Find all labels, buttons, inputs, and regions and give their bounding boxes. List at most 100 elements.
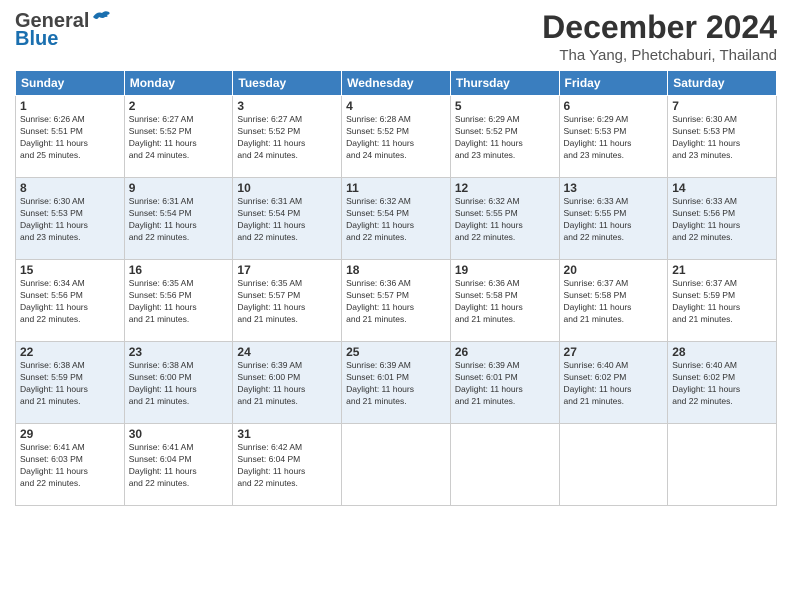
day-cell-27: 27 Sunrise: 6:40 AMSunset: 6:02 PMDaylig… (559, 342, 668, 424)
col-wednesday: Wednesday (342, 71, 451, 96)
day-info-24: Sunrise: 6:39 AMSunset: 6:00 PMDaylight:… (237, 360, 337, 408)
day-cell-16: 16 Sunrise: 6:35 AMSunset: 5:56 PMDaylig… (124, 260, 233, 342)
day-num-17: 17 (237, 263, 337, 277)
day-cell-23: 23 Sunrise: 6:38 AMSunset: 6:00 PMDaylig… (124, 342, 233, 424)
day-info-13: Sunrise: 6:33 AMSunset: 5:55 PMDaylight:… (564, 196, 664, 244)
week-row-4: 22 Sunrise: 6:38 AMSunset: 5:59 PMDaylig… (16, 342, 777, 424)
day-cell-14: 14 Sunrise: 6:33 AMSunset: 5:56 PMDaylig… (668, 178, 777, 260)
day-info-31: Sunrise: 6:42 AMSunset: 6:04 PMDaylight:… (237, 442, 337, 490)
col-tuesday: Tuesday (233, 71, 342, 96)
day-cell-29: 29 Sunrise: 6:41 AMSunset: 6:03 PMDaylig… (16, 424, 125, 506)
day-info-25: Sunrise: 6:39 AMSunset: 6:01 PMDaylight:… (346, 360, 446, 408)
day-cell-12: 12 Sunrise: 6:32 AMSunset: 5:55 PMDaylig… (450, 178, 559, 260)
logo: General Blue (15, 10, 113, 50)
day-cell-24: 24 Sunrise: 6:39 AMSunset: 6:00 PMDaylig… (233, 342, 342, 424)
day-cell-2: 2 Sunrise: 6:27 AMSunset: 5:52 PMDayligh… (124, 96, 233, 178)
day-cell-11: 11 Sunrise: 6:32 AMSunset: 5:54 PMDaylig… (342, 178, 451, 260)
day-cell-21: 21 Sunrise: 6:37 AMSunset: 5:59 PMDaylig… (668, 260, 777, 342)
day-info-7: Sunrise: 6:30 AMSunset: 5:53 PMDaylight:… (672, 114, 772, 162)
day-num-4: 4 (346, 99, 446, 113)
day-info-14: Sunrise: 6:33 AMSunset: 5:56 PMDaylight:… (672, 196, 772, 244)
day-num-27: 27 (564, 345, 664, 359)
day-info-8: Sunrise: 6:30 AMSunset: 5:53 PMDaylight:… (20, 196, 120, 244)
day-num-31: 31 (237, 427, 337, 441)
day-info-29: Sunrise: 6:41 AMSunset: 6:03 PMDaylight:… (20, 442, 120, 490)
day-cell-9: 9 Sunrise: 6:31 AMSunset: 5:54 PMDayligh… (124, 178, 233, 260)
day-cell-20: 20 Sunrise: 6:37 AMSunset: 5:58 PMDaylig… (559, 260, 668, 342)
day-cell-17: 17 Sunrise: 6:35 AMSunset: 5:57 PMDaylig… (233, 260, 342, 342)
day-num-28: 28 (672, 345, 772, 359)
day-num-5: 5 (455, 99, 555, 113)
day-cell-26: 26 Sunrise: 6:39 AMSunset: 6:01 PMDaylig… (450, 342, 559, 424)
day-cell-22: 22 Sunrise: 6:38 AMSunset: 5:59 PMDaylig… (16, 342, 125, 424)
day-num-14: 14 (672, 181, 772, 195)
day-cell-13: 13 Sunrise: 6:33 AMSunset: 5:55 PMDaylig… (559, 178, 668, 260)
day-num-3: 3 (237, 99, 337, 113)
day-info-21: Sunrise: 6:37 AMSunset: 5:59 PMDaylight:… (672, 278, 772, 326)
day-info-16: Sunrise: 6:35 AMSunset: 5:56 PMDaylight:… (129, 278, 229, 326)
day-cell-19: 19 Sunrise: 6:36 AMSunset: 5:58 PMDaylig… (450, 260, 559, 342)
day-cell-31: 31 Sunrise: 6:42 AMSunset: 6:04 PMDaylig… (233, 424, 342, 506)
day-num-18: 18 (346, 263, 446, 277)
calendar-table: Sunday Monday Tuesday Wednesday Thursday… (15, 70, 777, 506)
day-num-20: 20 (564, 263, 664, 277)
empty-cell-3 (559, 424, 668, 506)
day-cell-10: 10 Sunrise: 6:31 AMSunset: 5:54 PMDaylig… (233, 178, 342, 260)
day-num-12: 12 (455, 181, 555, 195)
day-cell-15: 15 Sunrise: 6:34 AMSunset: 5:56 PMDaylig… (16, 260, 125, 342)
day-cell-30: 30 Sunrise: 6:41 AMSunset: 6:04 PMDaylig… (124, 424, 233, 506)
day-info-10: Sunrise: 6:31 AMSunset: 5:54 PMDaylight:… (237, 196, 337, 244)
day-num-9: 9 (129, 181, 229, 195)
day-info-1: Sunrise: 6:26 AMSunset: 5:51 PMDaylight:… (20, 114, 120, 162)
day-num-23: 23 (129, 345, 229, 359)
day-info-19: Sunrise: 6:36 AMSunset: 5:58 PMDaylight:… (455, 278, 555, 326)
day-num-11: 11 (346, 181, 446, 195)
day-cell-8: 8 Sunrise: 6:30 AMSunset: 5:53 PMDayligh… (16, 178, 125, 260)
day-info-28: Sunrise: 6:40 AMSunset: 6:02 PMDaylight:… (672, 360, 772, 408)
day-info-5: Sunrise: 6:29 AMSunset: 5:52 PMDaylight:… (455, 114, 555, 162)
col-friday: Friday (559, 71, 668, 96)
logo-bird-icon (91, 9, 113, 25)
day-info-22: Sunrise: 6:38 AMSunset: 5:59 PMDaylight:… (20, 360, 120, 408)
day-cell-4: 4 Sunrise: 6:28 AMSunset: 5:52 PMDayligh… (342, 96, 451, 178)
week-row-2: 8 Sunrise: 6:30 AMSunset: 5:53 PMDayligh… (16, 178, 777, 260)
day-cell-25: 25 Sunrise: 6:39 AMSunset: 6:01 PMDaylig… (342, 342, 451, 424)
day-num-26: 26 (455, 345, 555, 359)
day-cell-6: 6 Sunrise: 6:29 AMSunset: 5:53 PMDayligh… (559, 96, 668, 178)
header: General Blue December 2024 Tha Yang, Phe… (15, 10, 777, 64)
day-cell-18: 18 Sunrise: 6:36 AMSunset: 5:57 PMDaylig… (342, 260, 451, 342)
day-info-26: Sunrise: 6:39 AMSunset: 6:01 PMDaylight:… (455, 360, 555, 408)
page: General Blue December 2024 Tha Yang, Phe… (0, 0, 792, 612)
day-info-11: Sunrise: 6:32 AMSunset: 5:54 PMDaylight:… (346, 196, 446, 244)
day-cell-5: 5 Sunrise: 6:29 AMSunset: 5:52 PMDayligh… (450, 96, 559, 178)
day-cell-3: 3 Sunrise: 6:27 AMSunset: 5:52 PMDayligh… (233, 96, 342, 178)
day-num-7: 7 (672, 99, 772, 113)
day-cell-7: 7 Sunrise: 6:30 AMSunset: 5:53 PMDayligh… (668, 96, 777, 178)
title-block: December 2024 Tha Yang, Phetchaburi, Tha… (542, 10, 777, 64)
day-info-15: Sunrise: 6:34 AMSunset: 5:56 PMDaylight:… (20, 278, 120, 326)
day-info-9: Sunrise: 6:31 AMSunset: 5:54 PMDaylight:… (129, 196, 229, 244)
day-info-18: Sunrise: 6:36 AMSunset: 5:57 PMDaylight:… (346, 278, 446, 326)
day-info-23: Sunrise: 6:38 AMSunset: 6:00 PMDaylight:… (129, 360, 229, 408)
empty-cell-1 (342, 424, 451, 506)
week-row-1: 1 Sunrise: 6:26 AMSunset: 5:51 PMDayligh… (16, 96, 777, 178)
day-num-6: 6 (564, 99, 664, 113)
day-num-1: 1 (20, 99, 120, 113)
calendar-header-row: Sunday Monday Tuesday Wednesday Thursday… (16, 71, 777, 96)
day-num-30: 30 (129, 427, 229, 441)
day-num-13: 13 (564, 181, 664, 195)
day-num-24: 24 (237, 345, 337, 359)
empty-cell-2 (450, 424, 559, 506)
day-cell-28: 28 Sunrise: 6:40 AMSunset: 6:02 PMDaylig… (668, 342, 777, 424)
day-num-21: 21 (672, 263, 772, 277)
col-sunday: Sunday (16, 71, 125, 96)
day-info-30: Sunrise: 6:41 AMSunset: 6:04 PMDaylight:… (129, 442, 229, 490)
day-info-12: Sunrise: 6:32 AMSunset: 5:55 PMDaylight:… (455, 196, 555, 244)
day-info-2: Sunrise: 6:27 AMSunset: 5:52 PMDaylight:… (129, 114, 229, 162)
day-info-27: Sunrise: 6:40 AMSunset: 6:02 PMDaylight:… (564, 360, 664, 408)
month-title: December 2024 (542, 10, 777, 45)
day-cell-1: 1 Sunrise: 6:26 AMSunset: 5:51 PMDayligh… (16, 96, 125, 178)
day-info-6: Sunrise: 6:29 AMSunset: 5:53 PMDaylight:… (564, 114, 664, 162)
day-num-8: 8 (20, 181, 120, 195)
location-title: Tha Yang, Phetchaburi, Thailand (542, 47, 777, 64)
